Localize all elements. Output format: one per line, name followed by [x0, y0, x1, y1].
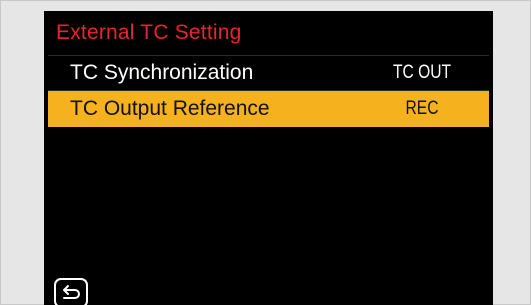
menu-item-value: REC [405, 98, 439, 119]
menu-item-label: TC Synchronization [70, 61, 254, 84]
menu-item-value: TC OUT [393, 62, 451, 83]
menu-item-label: TC Output Reference [70, 97, 270, 120]
menu-item-tc-output-reference[interactable]: TC Output Reference REC [48, 91, 489, 127]
menu-item-tc-synchronization[interactable]: TC Synchronization TC OUT [48, 55, 489, 91]
camera-menu-screen: External TC Setting TC Synchronization T… [44, 11, 493, 305]
return-arrow-icon [63, 285, 80, 299]
device-frame: External TC Setting TC Synchronization T… [0, 0, 531, 305]
menu-title: External TC Setting [56, 21, 242, 44]
back-button[interactable] [54, 278, 88, 305]
